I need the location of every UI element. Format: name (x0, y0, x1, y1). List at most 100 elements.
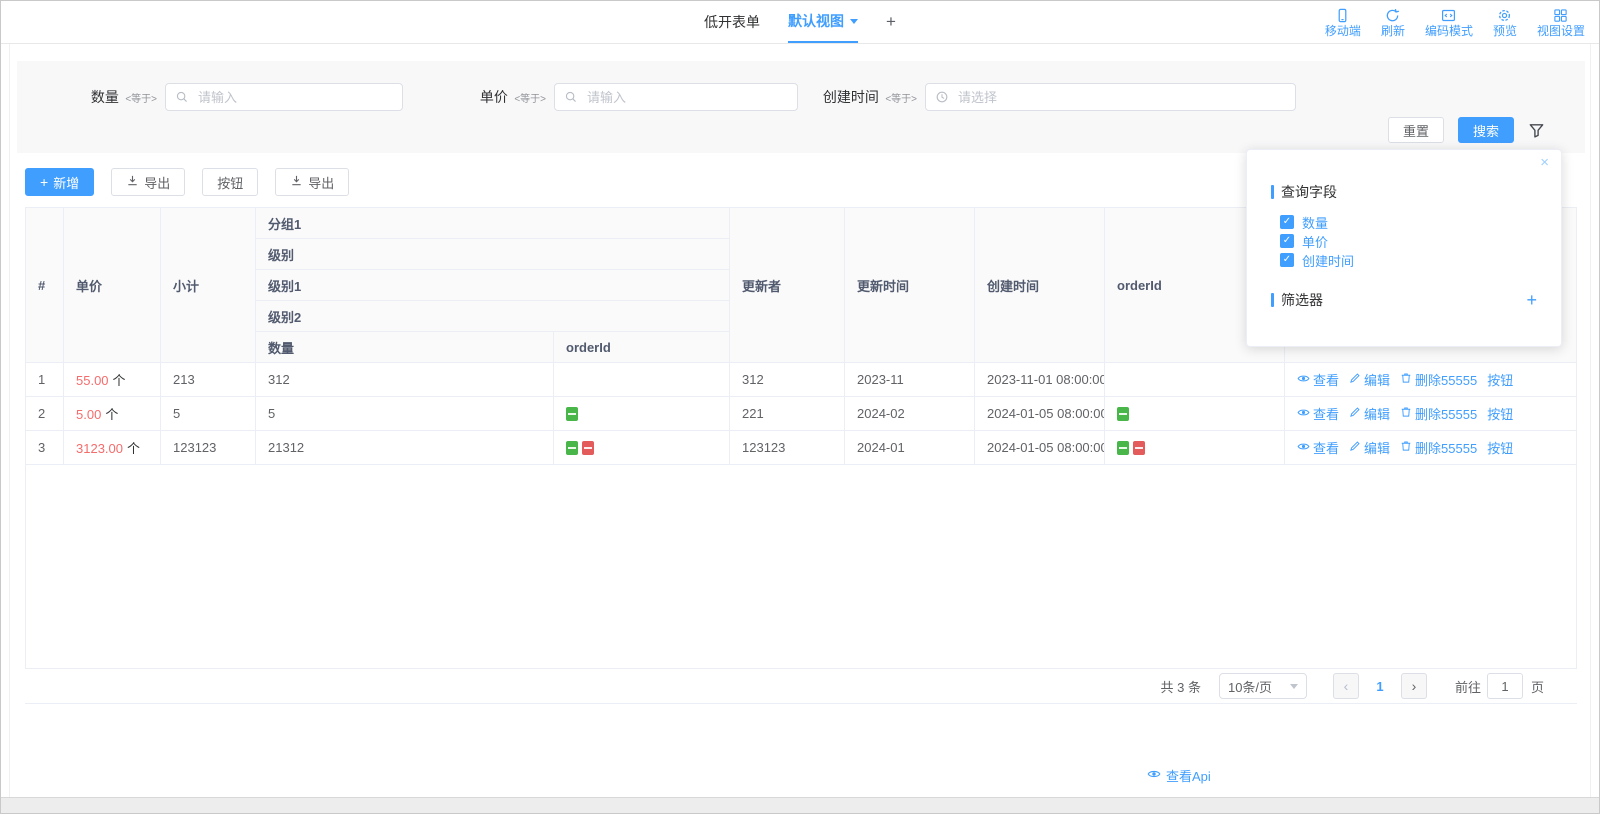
pagination-bar: 共 3 条 10条/页 ‹ 1 › 前往 页 (25, 669, 1577, 704)
delete-link[interactable]: 删除55555 (1400, 438, 1477, 457)
view-link[interactable]: 查看 (1297, 370, 1339, 389)
prev-page-button[interactable]: ‹ (1333, 673, 1359, 699)
cell-subtotal: 5 (161, 397, 256, 431)
view-settings-button[interactable]: 视图设置 (1537, 8, 1585, 37)
edit-link[interactable]: 编辑 (1349, 438, 1390, 457)
create-time-filter-input[interactable] (956, 89, 1291, 106)
cell-order-id (554, 363, 730, 397)
preview-label: 预览 (1493, 25, 1517, 37)
price-filter-operator: <等于> (514, 94, 546, 105)
col-header-group1: 分组1 (256, 208, 730, 239)
view-api-label: 查看Api (1166, 766, 1211, 785)
export-button-2-label: 导出 (308, 173, 334, 192)
table-toolbar: + 新增 导出 按钮 导出 (25, 168, 349, 196)
cell-order-id (554, 431, 730, 465)
qty-filter-operator: <等于> (125, 94, 157, 105)
col-header-subtotal: 小计 (161, 208, 256, 363)
tab-default-view[interactable]: 默认视图 (788, 1, 858, 43)
col-header-level: 级别 (256, 239, 730, 270)
table-row: 1 55.00个 213 312 312 2023-11 2023-11-01 … (26, 363, 1577, 397)
view-link[interactable]: 查看 (1297, 404, 1339, 423)
search-field-price: 单价 <等于> (461, 83, 798, 111)
cell-qty: 21312 (256, 431, 554, 465)
cell-price: 3123.00个 (64, 431, 161, 465)
preview-button[interactable]: 预览 (1493, 8, 1517, 37)
current-page[interactable]: 1 (1367, 679, 1393, 694)
custom-button[interactable]: 按钮 (202, 168, 258, 196)
checkbox-checked-icon[interactable] (1280, 253, 1294, 267)
cell-create-time: 2024-01-05 08:00:00 (975, 431, 1105, 465)
export-button-2[interactable]: 导出 (275, 168, 349, 196)
refresh-label: 刷新 (1381, 25, 1405, 37)
refresh-button[interactable]: 刷新 (1381, 8, 1405, 37)
search-icon (175, 90, 189, 109)
add-button[interactable]: + 新增 (25, 168, 94, 196)
cell-order-id (554, 397, 730, 431)
code-mode-icon (1441, 8, 1456, 24)
create-time-filter-operator: <等于> (885, 94, 917, 105)
cell-qty: 312 (256, 363, 554, 397)
add-filter-button[interactable]: + (1526, 291, 1537, 309)
col-header-order-id: orderId (554, 332, 730, 363)
filters-title: 筛选器 (1271, 290, 1323, 310)
search-button[interactable]: 搜索 (1458, 117, 1514, 143)
page-size-select[interactable]: 10条/页 (1219, 673, 1307, 699)
chevron-down-icon (1290, 684, 1298, 689)
cell-price: 5.00个 (64, 397, 161, 431)
page-size-value: 10条/页 (1228, 677, 1272, 696)
green-tag-icon (1117, 407, 1129, 421)
export-button-1-label: 导出 (144, 173, 170, 192)
cell-create-time: 2023-11-01 08:00:00 (975, 363, 1105, 397)
delete-link[interactable]: 删除55555 (1400, 404, 1477, 423)
cell-order-id2 (1105, 431, 1285, 465)
edit-link[interactable]: 编辑 (1349, 404, 1390, 423)
cell-order-id2 (1105, 397, 1285, 431)
mobile-button[interactable]: 移动端 (1325, 8, 1361, 37)
download-icon (126, 174, 139, 190)
price-filter-input[interactable] (585, 89, 793, 106)
add-view-button[interactable]: + (886, 1, 896, 43)
filter-funnel-icon[interactable] (1528, 122, 1545, 139)
checkbox-checked-icon[interactable] (1280, 234, 1294, 248)
view-link[interactable]: 查看 (1297, 438, 1339, 457)
edit-link[interactable]: 编辑 (1349, 370, 1390, 389)
cell-update-time: 2024-01 (845, 431, 975, 465)
row-button-link[interactable]: 按钮 (1487, 370, 1513, 389)
reset-button[interactable]: 重置 (1388, 117, 1444, 143)
plus-icon: + (40, 175, 48, 189)
delete-link[interactable]: 删除55555 (1400, 370, 1477, 389)
page-unit-label: 页 (1531, 677, 1544, 696)
close-icon[interactable]: × (1540, 155, 1549, 170)
field-checkbox-price[interactable]: 单价 (1280, 234, 1561, 248)
next-page-button[interactable]: › (1401, 673, 1427, 699)
query-fields-list: 数量 单价 创建时间 (1280, 215, 1561, 267)
download-icon (290, 174, 303, 190)
field-checkbox-qty[interactable]: 数量 (1280, 215, 1561, 229)
goto-page-input[interactable] (1487, 673, 1523, 699)
green-tag-icon (566, 441, 578, 455)
pencil-icon (1349, 440, 1361, 455)
row-button-link[interactable]: 按钮 (1487, 438, 1513, 457)
green-tag-icon (566, 407, 578, 421)
view-api-link[interactable]: 查看Api (1147, 766, 1211, 785)
checkbox-checked-icon[interactable] (1280, 215, 1294, 229)
goto-label: 前往 (1455, 677, 1481, 696)
export-button-1[interactable]: 导出 (111, 168, 185, 196)
cell-updater: 221 (730, 397, 845, 431)
col-header-level1: 级别1 (256, 270, 730, 301)
cell-actions: 查看 编辑 删除55555 按钮 (1285, 431, 1577, 465)
search-actions: 重置 搜索 (1388, 117, 1545, 143)
window-bottom-strip (1, 797, 1599, 813)
topbar: 低开表单 默认视图 + 移动端 刷新 (1, 1, 1599, 44)
tab-form[interactable]: 低开表单 (704, 1, 760, 43)
green-tag-icon (1117, 441, 1129, 455)
code-mode-button[interactable]: 编码模式 (1425, 8, 1473, 37)
price-filter-inputbox (554, 83, 798, 111)
eye-icon (1297, 440, 1310, 456)
topbar-actions: 移动端 刷新 编码模式 预览 (1325, 1, 1585, 43)
qty-filter-input[interactable] (196, 89, 398, 106)
field-checkbox-create-time[interactable]: 创建时间 (1280, 253, 1561, 267)
row-button-link[interactable]: 按钮 (1487, 404, 1513, 423)
cell-qty: 5 (256, 397, 554, 431)
col-header-price: 单价 (64, 208, 161, 363)
